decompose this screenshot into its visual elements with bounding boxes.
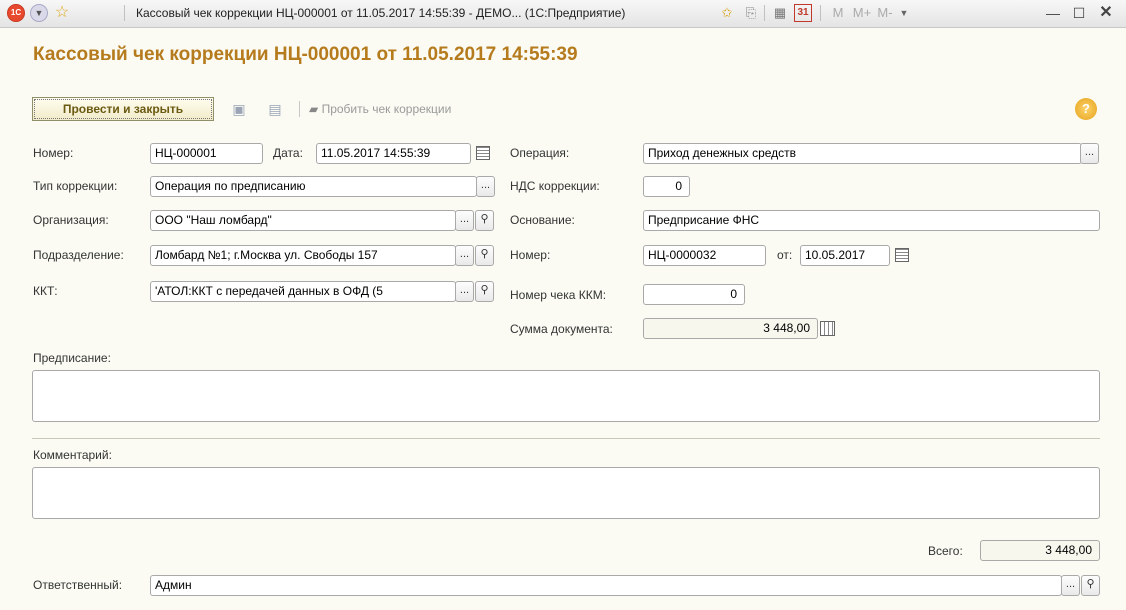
vat-correction-label: НДС коррекции: [510,179,600,193]
calculator-icon[interactable] [820,321,835,336]
title-separator [124,5,125,21]
favorites-star-icon[interactable]: ☆ [52,3,72,23]
date-field[interactable]: 11.05.2017 14:55:39 [316,143,471,164]
number-label: Номер: [33,146,74,160]
window-title-bar: 1С ▼ ☆ Кассовый чек коррекции НЦ-000001 … [0,0,1126,28]
organization-field[interactable]: ООО "Наш ломбард" [150,210,456,231]
post-icon[interactable]: ▤ [265,99,285,119]
calendar-picker-icon[interactable] [895,248,909,262]
comment-textarea[interactable] [32,467,1100,519]
search-icon[interactable]: ⚲ [1081,575,1100,596]
maximize-icon[interactable]: ☐ [1069,4,1089,22]
kkm-check-number-field[interactable]: 0 [643,284,745,305]
save-icon[interactable]: ▣ [229,99,249,119]
search-icon[interactable]: ⚲ [475,281,494,302]
search-icon[interactable]: ⚲ [475,210,494,231]
basis-field[interactable]: Предприсание ФНС [643,210,1100,231]
calendar-icon[interactable]: 31 [794,4,812,22]
kkt-field[interactable]: 'АТОЛ:ККТ с передачей данных в ОФД (5 [150,281,456,302]
title-separator [820,5,821,21]
vat-correction-field[interactable]: 0 [643,176,690,197]
form-title: Кассовый чек коррекции НЦ-000001 от 11.0… [33,44,578,65]
memory-m-minus-button[interactable]: M- [876,4,894,22]
prescription-textarea[interactable] [32,370,1100,422]
operation-label: Операция: [510,146,570,160]
print-correction-check-label: Пробить чек коррекции [321,102,452,116]
correction-type-label: Тип коррекции: [33,179,118,193]
post-and-close-button[interactable]: Провести и закрыть [32,97,214,121]
minimize-icon[interactable]: — [1043,4,1063,22]
responsible-field[interactable]: Админ [150,575,1062,596]
add-favorite-icon[interactable]: ✩ [717,4,737,22]
main-menu-icon[interactable]: ▼ [30,4,48,22]
memory-m-plus-button[interactable]: M+ [851,4,873,22]
kkt-label: ККТ: [33,284,58,298]
kkm-check-number-label: Номер чека ККМ: [510,288,607,302]
document-number-label: Номер: [510,248,551,262]
section-divider [32,438,1100,439]
help-icon[interactable]: ? [1075,98,1097,120]
document-sum-field[interactable]: 3 448,00 [643,318,818,339]
operation-field[interactable]: Приход денежных средств [643,143,1082,164]
organization-label: Организация: [33,213,109,227]
comment-label: Комментарий: [33,448,112,462]
close-icon[interactable]: ✕ [1095,4,1117,22]
window-title: Кассовый чек коррекции НЦ-000001 от 11.0… [136,6,626,20]
link-icon[interactable]: ⎘ [742,4,760,22]
correction-type-select-button[interactable]: ... [476,176,495,197]
toolbar-separator [299,101,300,117]
document-sum-label: Сумма документа: [510,322,613,336]
number-field[interactable]: НЦ-000001 [150,143,263,164]
kkt-select-button[interactable]: ... [455,281,474,302]
calendar-picker-icon[interactable] [476,146,490,160]
organization-select-button[interactable]: ... [455,210,474,231]
prescription-label: Предписание: [33,351,111,365]
print-correction-check-button[interactable]: ▰ Пробить чек коррекции [309,102,451,116]
total-label: Всего: [928,544,963,558]
search-icon[interactable]: ⚲ [475,245,494,266]
basis-label: Основание: [510,213,575,227]
printer-icon: ▰ [309,102,319,116]
division-select-button[interactable]: ... [455,245,474,266]
responsible-select-button[interactable]: ... [1061,575,1080,596]
from-date-field[interactable]: 10.05.2017 [800,245,890,266]
responsible-label: Ответственный: [33,578,123,592]
total-field: 3 448,00 [980,540,1100,561]
calculator-icon[interactable]: ▦ [771,4,789,22]
document-number-field[interactable]: НЦ-0000032 [643,245,766,266]
memory-m-button[interactable]: M [831,4,845,22]
correction-type-field[interactable]: Операция по предписанию [150,176,477,197]
date-label: Дата: [273,146,303,160]
division-label: Подразделение: [33,248,124,262]
1c-logo-icon[interactable]: 1С [7,4,25,22]
title-separator [764,5,765,21]
division-field[interactable]: Ломбард №1; г.Москва ул. Свободы 157 [150,245,456,266]
chevron-down-icon[interactable]: ▼ [897,4,911,22]
from-date-label: от: [777,248,793,262]
operation-select-button[interactable]: ... [1080,143,1099,164]
